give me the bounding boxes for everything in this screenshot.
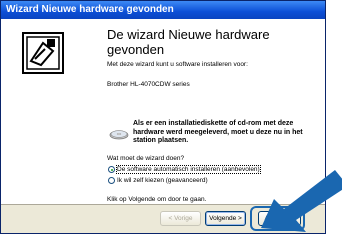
pointer-arrow-icon [261, 170, 342, 232]
